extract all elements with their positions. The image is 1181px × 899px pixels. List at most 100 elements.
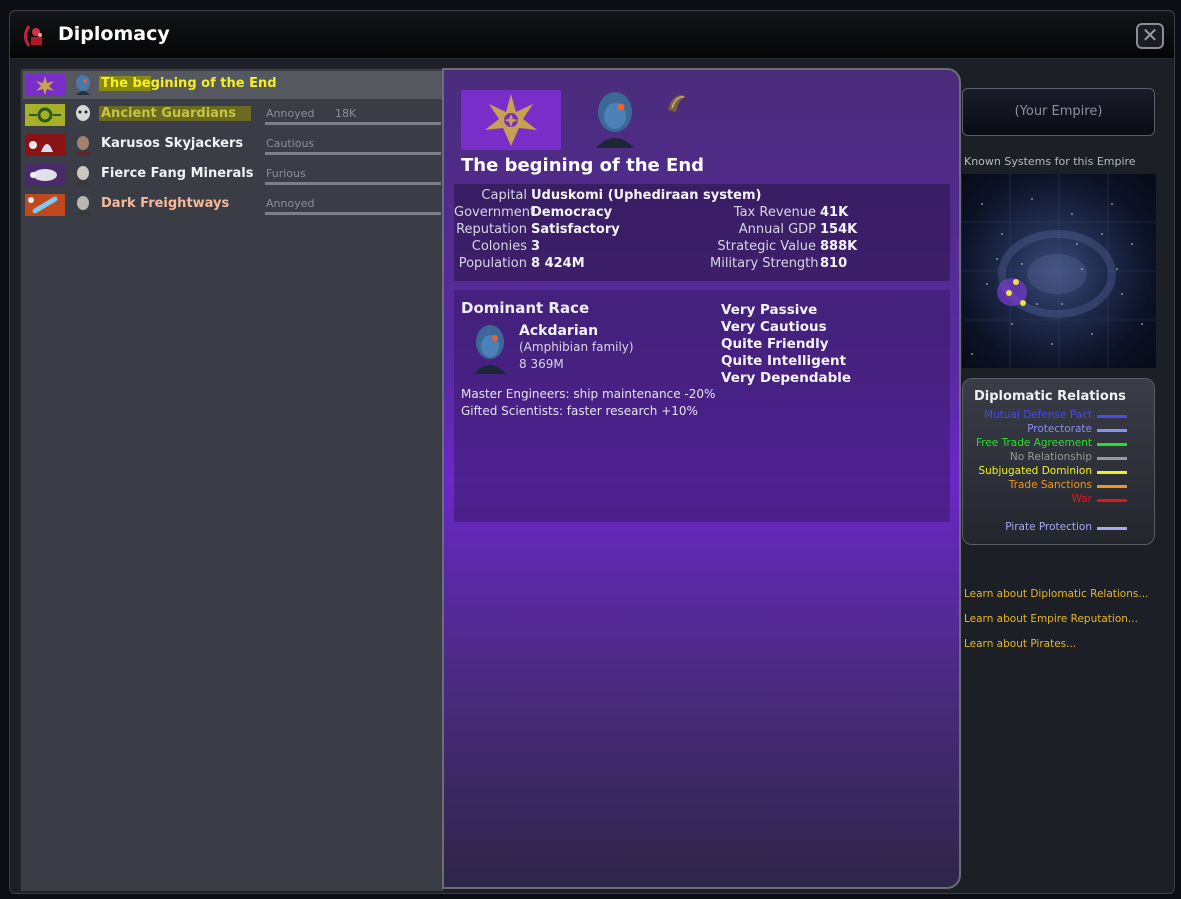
your-empire-button[interactable]: (Your Empire) <box>962 88 1155 136</box>
race-trait: Very Cautious <box>721 319 827 335</box>
known-systems-label: Known Systems for this Empire <box>964 155 1136 168</box>
empire-row[interactable]: Fierce Fang Minerals Furious <box>23 161 443 189</box>
learn-diplomatic-relations-link[interactable]: Learn about Diplomatic Relations... <box>964 588 1148 600</box>
relations-title: Diplomatic Relations <box>974 389 1126 404</box>
empire-flag-icon <box>25 104 65 126</box>
empire-title: The begining of the End <box>461 155 705 176</box>
dominant-race-section: Dominant Race Ackdarian (Amphibian famil… <box>454 290 950 522</box>
race-population: 8 369M <box>519 357 564 371</box>
relation-line <box>1097 457 1127 460</box>
stat-capital: Capital Uduskomi (Uphediraan system) <box>454 188 761 203</box>
relation-line <box>1097 429 1127 432</box>
empire-status: Annoyed <box>266 107 315 120</box>
race-trait: Quite Friendly <box>721 336 829 352</box>
relation-label: Mutual Defense Pact <box>984 409 1092 421</box>
stat-value: 3 <box>531 239 541 254</box>
race-family: (Amphibian family) <box>519 340 634 354</box>
empire-row[interactable]: Karusos Skyjackers Cautious <box>23 131 443 159</box>
empire-flag-icon <box>25 74 65 96</box>
stat-reputation: Reputation Satisfactory <box>454 222 620 237</box>
stat-value: 888K <box>820 239 858 254</box>
relation-line <box>1097 485 1127 488</box>
stat-label: Tax Revenue <box>733 205 816 220</box>
empire-row[interactable]: Dark Freightways Annoyed <box>23 191 443 219</box>
relation-line <box>1097 499 1127 502</box>
empire-name: The begining of the End <box>99 76 279 91</box>
relation-label: Trade Sanctions <box>1008 479 1092 491</box>
empire-name: Dark Freightways <box>101 196 230 211</box>
empire-flag-icon <box>25 134 65 156</box>
stat-label: Military Strength <box>710 256 819 271</box>
pirate-avatar-icon <box>75 166 91 185</box>
stat-population: Population 8 424M <box>454 256 585 271</box>
stat-tax-revenue: Tax Revenue 41K <box>710 205 848 220</box>
stat-value: Democracy <box>531 205 613 220</box>
stat-government: GovernmentDemocracy <box>454 205 612 220</box>
stat-value: 154K <box>820 222 858 237</box>
ackdarian-avatar-icon <box>76 75 90 95</box>
race-trait: Very Passive <box>721 302 818 318</box>
race-name: Ackdarian <box>519 323 599 339</box>
stat-value: Satisfactory <box>531 222 620 237</box>
status-bar <box>265 212 441 215</box>
stat-colonies: Colonies 3 <box>454 239 540 254</box>
stat-label: Capital <box>481 188 527 203</box>
pirate-avatar-icon <box>75 196 91 215</box>
stat-value: Uduskomi (Uphediraan system) <box>531 188 762 203</box>
race-trait: Very Dependable <box>721 370 852 386</box>
stat-value: 41K <box>820 205 849 220</box>
empire-name: Fierce Fang Minerals <box>101 166 254 181</box>
learn-pirates-link[interactable]: Learn about Pirates... <box>964 638 1076 650</box>
title-bar: Diplomacy ✕ <box>10 11 1174 59</box>
empire-detail-panel: The begining of the End Capital Uduskomi … <box>442 68 961 889</box>
race-portrait-icon <box>474 325 506 374</box>
empire-row[interactable]: Ancient Guardians Annoyed 18K <box>23 101 443 129</box>
relation-line <box>1097 527 1127 530</box>
relation-line <box>1097 471 1127 474</box>
relation-label: Subjugated Dominion <box>978 465 1092 477</box>
diplomacy-icon <box>24 25 42 47</box>
stat-label: Government <box>454 205 536 220</box>
relation-line <box>1097 443 1127 446</box>
pirate-avatar-icon <box>75 136 91 155</box>
empire-flag-icon <box>25 164 65 186</box>
status-bar <box>265 152 441 155</box>
diplomatic-relations-legend: Diplomatic Relations Mutual Defense Pact… <box>962 378 1155 545</box>
stat-label: Annual GDP <box>738 222 816 237</box>
empire-status: Furious <box>266 167 306 180</box>
stat-value: 8 424M <box>531 256 585 271</box>
empire-name: Karusos Skyjackers <box>101 136 244 151</box>
stat-label: Strategic Value <box>717 239 816 254</box>
empire-row[interactable]: The begining of the End <box>23 71 443 99</box>
stat-label: Population <box>458 256 527 271</box>
empire-flag-icon <box>25 194 65 216</box>
learn-empire-reputation-link[interactable]: Learn about Empire Reputation... <box>964 613 1138 625</box>
ackdarian-portrait-icon <box>596 92 634 148</box>
status-bar <box>265 122 441 125</box>
stat-label: Reputation <box>456 222 527 237</box>
empire-status: Cautious <box>266 137 315 150</box>
stat-military-strength: Military Strength810 <box>710 256 847 271</box>
guardian-avatar-icon <box>75 105 91 125</box>
empire-stats: Capital Uduskomi (Uphediraan system) Gove… <box>454 184 950 281</box>
race-bonus: Gifted Scientists: faster research +10% <box>461 404 698 418</box>
empire-status: Annoyed <box>266 197 315 210</box>
stat-label: Colonies <box>471 239 527 254</box>
empire-flag-icon <box>461 90 561 150</box>
relation-label: Free Trade Agreement <box>975 437 1092 449</box>
relation-label: Pirate Protection <box>1005 521 1092 533</box>
galaxy-minimap[interactable] <box>962 174 1156 368</box>
empire-score: 18K <box>335 107 357 120</box>
empire-name: Ancient Guardians <box>99 106 251 121</box>
window-title: Diplomacy <box>58 23 170 45</box>
status-bar <box>265 182 441 185</box>
relation-label: War <box>1071 493 1092 505</box>
close-button[interactable]: ✕ <box>1136 23 1164 49</box>
relation-line <box>1097 415 1127 418</box>
empire-list: The begining of the End Ancient Guardian… <box>20 68 444 892</box>
relation-label: Protectorate <box>1027 423 1092 435</box>
relation-label: No Relationship <box>1009 451 1092 463</box>
race-trait: Quite Intelligent <box>721 353 847 369</box>
stat-strategic-value: Strategic Value 888K <box>710 239 857 254</box>
race-heading: Dominant Race <box>461 299 590 317</box>
